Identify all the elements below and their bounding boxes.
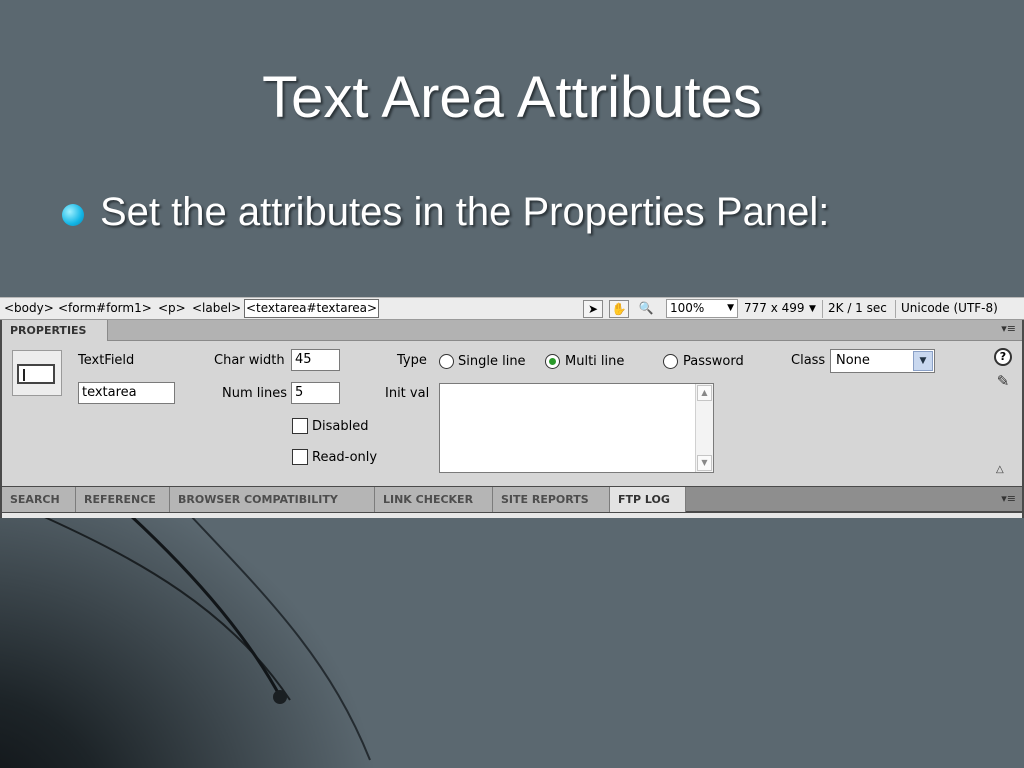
num-lines-input[interactable]: 5 xyxy=(291,382,340,404)
bullet-text: Set the attributes in the Properties Pan… xyxy=(100,190,830,234)
tag-selector-bar: <body> <form#form1> <p> <label> <textare… xyxy=(0,297,1024,320)
class-value: None xyxy=(836,353,870,368)
class-select[interactable]: None ▼ xyxy=(830,349,935,373)
help-icon[interactable]: ? xyxy=(994,348,1012,366)
quick-tag-editor-icon[interactable]: ✎ xyxy=(993,372,1013,390)
disabled-label: Disabled xyxy=(312,419,369,434)
collapse-arrow-icon[interactable]: △ xyxy=(996,464,1004,475)
panel-options-icon[interactable]: ▾≡ xyxy=(1001,492,1016,505)
zoom-tool-icon[interactable]: 🔍 xyxy=(636,300,656,318)
tab-properties[interactable]: PROPERTIES xyxy=(2,320,108,341)
init-val-textarea[interactable]: ▲ ▼ xyxy=(439,383,714,473)
encoding: Unicode (UTF-8) xyxy=(901,301,998,315)
chevron-down-icon[interactable]: ▼ xyxy=(809,304,816,314)
disabled-checkbox[interactable] xyxy=(292,418,308,434)
crumb-textarea[interactable]: <textarea#textarea> xyxy=(244,299,380,318)
dreamweaver-panel: <body> <form#form1> <p> <label> <textare… xyxy=(0,297,1024,518)
tab-browser-compatibility[interactable]: BROWSER COMPATIBILITY xyxy=(170,487,375,512)
zoom-select[interactable]: 100% ▼ xyxy=(666,299,738,318)
init-val-label: Init val xyxy=(385,386,430,401)
tab-link-checker[interactable]: LINK CHECKER xyxy=(375,487,493,512)
tab-ftp-log[interactable]: FTP LOG xyxy=(610,487,686,512)
password-label: Password xyxy=(683,354,744,369)
scroll-up-icon[interactable]: ▲ xyxy=(697,385,712,401)
textfield-icon xyxy=(12,350,62,396)
divider xyxy=(822,300,823,318)
zoom-value: 100% xyxy=(670,301,705,315)
chevron-down-icon[interactable]: ▼ xyxy=(913,351,933,371)
element-type-label: TextField xyxy=(78,353,135,368)
properties-panel: PROPERTIES ▾≡ TextField textarea Char wi… xyxy=(0,320,1024,486)
hand-tool-icon[interactable]: ✋ xyxy=(609,300,629,318)
textfield-name-input[interactable]: textarea xyxy=(78,382,175,404)
window-size-select[interactable]: 777 x 499 xyxy=(744,301,805,315)
single-line-radio[interactable] xyxy=(439,354,454,369)
slide-title: Text Area Attributes xyxy=(262,65,762,130)
results-panel-tabs: SEARCH REFERENCE BROWSER COMPATIBILITY L… xyxy=(0,486,1024,513)
download-size: 2K / 1 sec xyxy=(828,301,887,315)
type-label: Type xyxy=(397,353,427,368)
panel-options-icon[interactable]: ▾≡ xyxy=(1001,322,1016,335)
readonly-checkbox[interactable] xyxy=(292,449,308,465)
char-width-label: Char width xyxy=(214,353,285,368)
scroll-down-icon[interactable]: ▼ xyxy=(697,455,712,471)
tab-search[interactable]: SEARCH xyxy=(2,487,76,512)
crumb-body[interactable]: <body> xyxy=(4,301,54,315)
tab-site-reports[interactable]: SITE REPORTS xyxy=(493,487,610,512)
properties-header: PROPERTIES ▾≡ xyxy=(2,320,1022,341)
bullet-icon xyxy=(62,203,84,226)
password-radio[interactable] xyxy=(663,354,678,369)
num-lines-label: Num lines xyxy=(222,386,287,401)
multi-line-label: Multi line xyxy=(565,354,625,369)
textarea-scrollbar[interactable]: ▲ ▼ xyxy=(695,384,713,472)
readonly-label: Read-only xyxy=(312,450,378,465)
crumb-p[interactable]: <p> xyxy=(158,301,186,315)
crumb-form[interactable]: <form#form1> xyxy=(58,301,152,315)
tab-reference[interactable]: REFERENCE xyxy=(76,487,170,512)
chevron-down-icon: ▼ xyxy=(727,303,734,313)
char-width-input[interactable]: 45 xyxy=(291,349,340,371)
single-line-label: Single line xyxy=(458,354,526,369)
panel-bottom-edge xyxy=(0,513,1024,518)
crumb-label[interactable]: <label> xyxy=(192,301,241,315)
class-label: Class xyxy=(791,353,826,368)
divider xyxy=(895,300,896,318)
multi-line-radio[interactable] xyxy=(545,354,560,369)
bullet-item: Set the attributes in the Properties Pan… xyxy=(62,190,829,235)
pointer-tool-icon[interactable]: ➤ xyxy=(583,300,603,318)
